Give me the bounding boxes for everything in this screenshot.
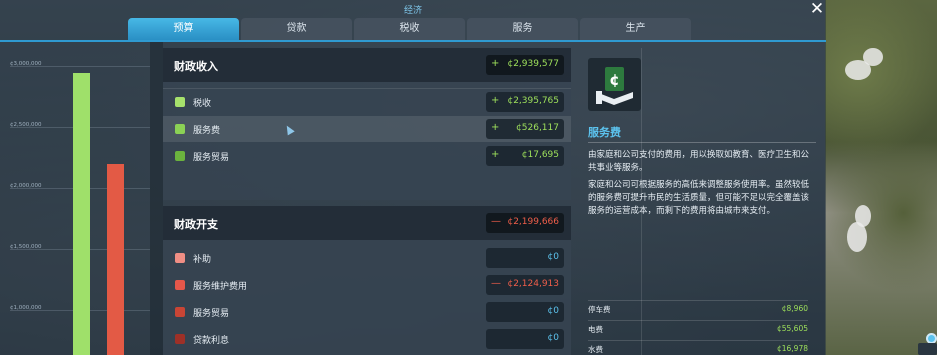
row-label: 服务费 — [193, 126, 221, 136]
minus-sign: — — [491, 216, 501, 227]
row-value: ¢2,395,765 — [507, 96, 559, 106]
tab-loans[interactable]: 贷款 — [241, 18, 352, 40]
plus-sign: + — [491, 58, 500, 69]
budget-chart: ¢3,000,000 ¢2,500,000 ¢2,000,000 ¢1,500,… — [0, 42, 150, 355]
y-tick-label: ¢3,000,000 — [10, 61, 42, 67]
stat-value: ¢8,960 — [781, 304, 808, 313]
expense-total: ¢2,199,666 — [507, 217, 559, 227]
tab-budget[interactable]: 预算 — [128, 18, 239, 40]
row-label: 补助 — [193, 255, 212, 265]
color-swatch — [175, 280, 185, 290]
y-tick-label: ¢2,000,000 — [10, 183, 42, 189]
color-swatch — [175, 151, 185, 161]
tab-services[interactable]: 服务 — [467, 18, 578, 40]
value-box: + ¢17,695 — [486, 146, 564, 166]
income-row-service-fees[interactable]: 服务费 + ¢526,117 — [163, 116, 571, 142]
stat-divider — [588, 320, 808, 321]
value-box: ¢0 — [486, 248, 564, 268]
row-value: ¢0 — [547, 252, 559, 262]
income-header: 财政收入 + ¢2,939,577 — [163, 48, 571, 82]
corner-button[interactable] — [918, 343, 937, 355]
plus-sign: + — [491, 149, 500, 160]
info-description: 家庭和公司可根据服务的高低来调整服务使用率。虽然较低的服务费可提升市民的生活质量… — [588, 180, 810, 216]
color-swatch — [175, 334, 185, 344]
row-value: ¢17,695 — [521, 150, 559, 160]
expense-row-upkeep[interactable]: 服务维护费用 — ¢2,124,913 — [163, 272, 571, 298]
chart-divider — [150, 42, 163, 355]
stat-row: 水费 ¢16,978 — [588, 342, 808, 355]
income-bar — [73, 73, 90, 355]
stat-divider — [588, 340, 808, 341]
stat-value: ¢55,605 — [776, 324, 808, 333]
value-box: ¢0 — [486, 329, 564, 349]
service-fee-icon: ¢ — [588, 58, 641, 111]
income-total: ¢2,939,577 — [507, 59, 559, 69]
y-tick-label: ¢1,500,000 — [10, 244, 42, 250]
row-value: ¢526,117 — [516, 123, 559, 133]
row-label: 服务维护费用 — [193, 282, 248, 292]
minus-sign: — — [491, 278, 501, 289]
expense-header: 财政开支 — ¢2,199,666 — [163, 206, 571, 240]
color-swatch — [175, 253, 185, 263]
income-total-box: + ¢2,939,577 — [486, 55, 564, 75]
city-terrain-view — [825, 0, 937, 355]
value-box: + ¢2,395,765 — [486, 92, 564, 112]
tab-taxation[interactable]: 税收 — [354, 18, 465, 40]
tab-production[interactable]: 生产 — [580, 18, 691, 40]
plus-sign: + — [491, 122, 500, 133]
y-tick-label: ¢1,000,000 — [10, 305, 42, 311]
color-swatch — [175, 124, 185, 134]
value-box: ¢0 — [486, 302, 564, 322]
row-value: ¢2,124,913 — [507, 279, 559, 289]
color-swatch — [175, 307, 185, 317]
stat-label: 电费 — [588, 325, 603, 334]
stat-label: 停车费 — [588, 305, 611, 314]
expense-title: 财政开支 — [174, 218, 218, 231]
window-title: 经济 — [403, 6, 422, 16]
expense-row-service-trade[interactable]: 服务贸易 ¢0 — [163, 299, 571, 325]
close-button[interactable]: ✕ — [808, 0, 826, 18]
color-swatch — [175, 97, 185, 107]
stat-divider — [588, 300, 808, 301]
value-box: + ¢526,117 — [486, 119, 564, 139]
expense-row-loan-interest[interactable]: 贷款利息 ¢0 — [163, 326, 571, 352]
stat-label: 水费 — [588, 345, 603, 354]
stat-value: ¢16,978 — [776, 344, 808, 353]
tab-bar: 预算 贷款 税收 服务 生产 — [128, 18, 691, 40]
info-title: 服务费 — [588, 126, 621, 139]
row-label: 贷款利息 — [193, 336, 230, 346]
info-description: 由家庭和公司支付的费用，用以换取如教育、医疗卫生和公共事业等服务。 — [588, 150, 810, 173]
stat-row: 电费 ¢55,605 — [588, 322, 808, 337]
svg-text:¢: ¢ — [609, 71, 619, 89]
expense-bar — [107, 163, 124, 355]
row-label: 服务贸易 — [193, 153, 230, 163]
expense-panel: 财政开支 — ¢2,199,666 补助 ¢0 服务维护费用 — ¢2,124,… — [163, 206, 642, 355]
row-label: 服务贸易 — [193, 309, 230, 319]
row-label: 税收 — [193, 99, 212, 109]
row-value: ¢0 — [547, 333, 559, 343]
income-row-service-trade[interactable]: 服务贸易 + ¢17,695 — [163, 143, 571, 169]
expense-row-subsidies[interactable]: 补助 ¢0 — [163, 245, 571, 271]
stat-row: 停车费 ¢8,960 — [588, 302, 808, 317]
row-value: ¢0 — [547, 306, 559, 316]
income-row-tax[interactable]: 税收 + ¢2,395,765 — [163, 89, 571, 115]
plus-sign: + — [491, 95, 500, 106]
y-tick-label: ¢2,500,000 — [10, 122, 42, 128]
info-panel: ¢ 服务费 由家庭和公司支付的费用，用以换取如教育、医疗卫生和公共事业等服务。 … — [578, 48, 826, 355]
expense-total-box: — ¢2,199,666 — [486, 213, 564, 233]
income-panel: 财政收入 + ¢2,939,577 税收 + ¢2,395,765 服务费 + … — [163, 48, 642, 200]
info-divider — [588, 142, 816, 143]
value-box: — ¢2,124,913 — [486, 275, 564, 295]
income-title: 财政收入 — [174, 60, 218, 73]
